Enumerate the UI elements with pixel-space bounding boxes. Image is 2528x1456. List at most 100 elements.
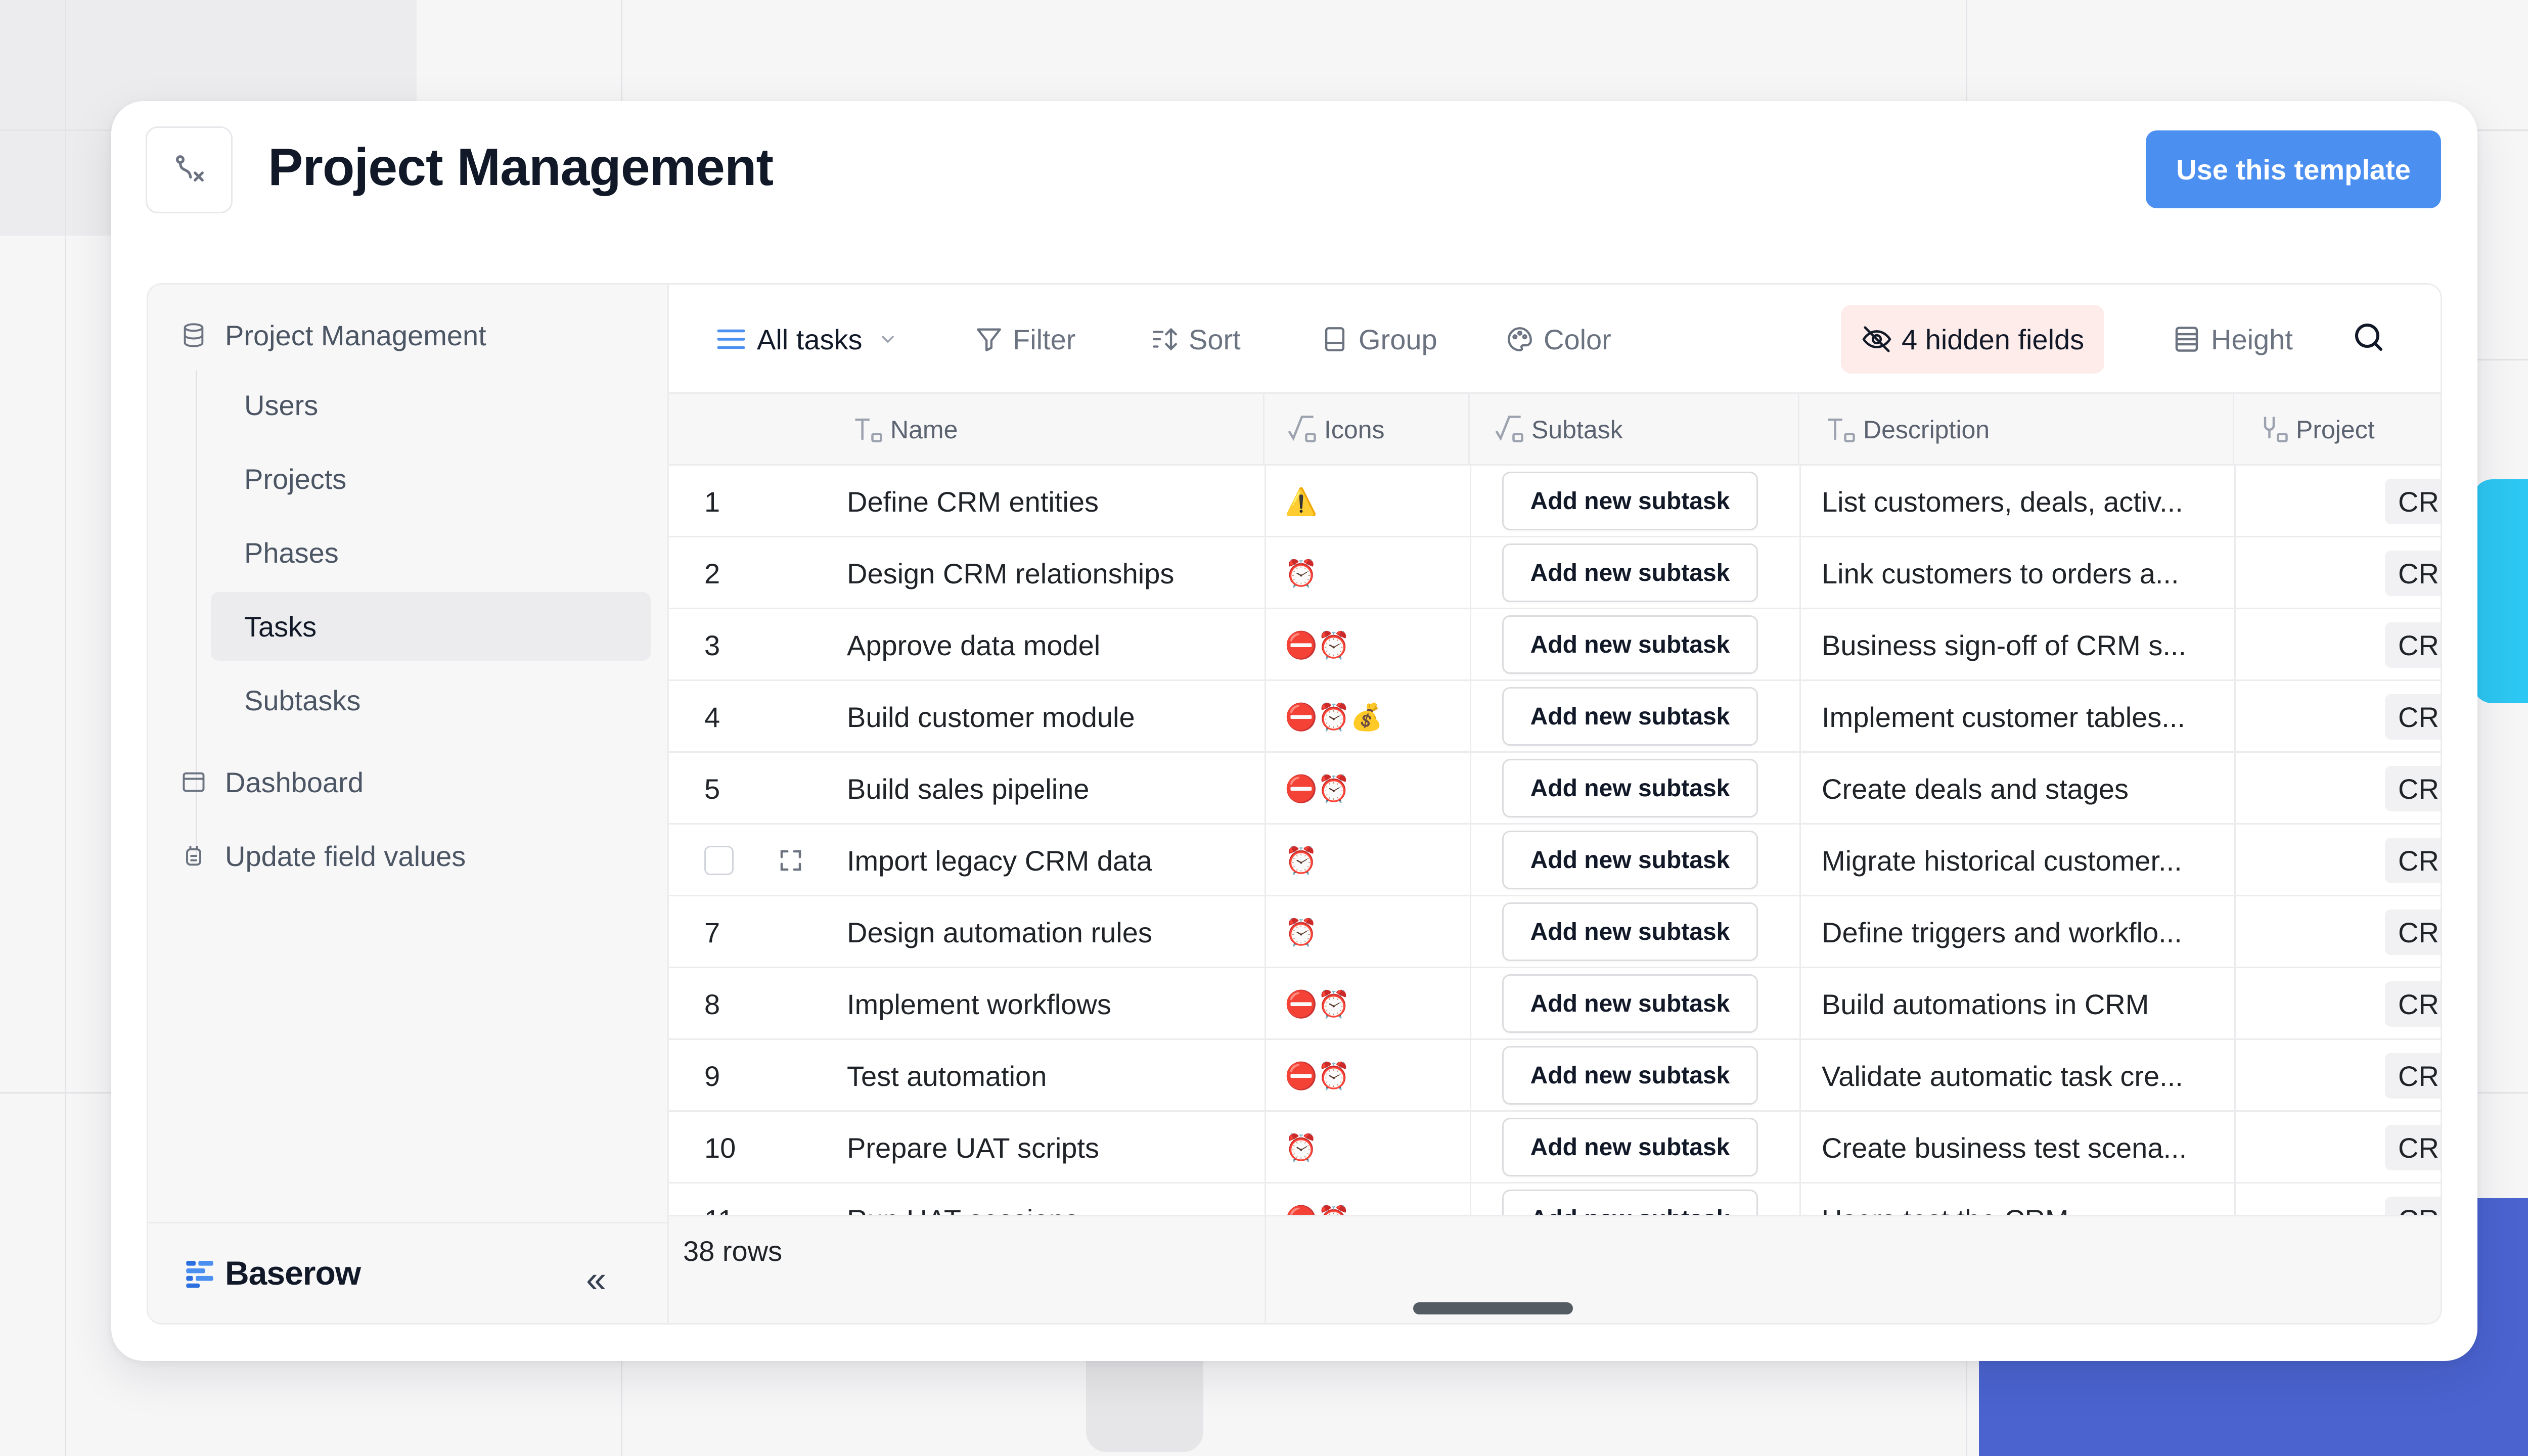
task-name-cell[interactable]: Implement workflows [847,968,1256,1040]
project-link-chip[interactable]: CRM System U [2385,981,2441,1027]
color-button[interactable]: Color [1505,305,1611,374]
description-cell[interactable]: Link customers to orders a... [1822,537,2226,609]
icons-cell[interactable]: ⛔⏰ [1265,609,1470,681]
column-header-name[interactable]: Name [669,394,1265,466]
table-row[interactable]: 11 Run UAT sessions ⛔⏰ Add new subtask Users… [669,1184,2441,1218]
project-link-chip[interactable]: CRM System U [2385,838,2441,883]
grid-rows: 1 Define CRM entities ⚠️ Add new subtask Lis… [669,466,2441,1218]
table-row[interactable]: 9 Test automation ⛔⏰ Add new subtask Validat… [669,1040,2441,1112]
icons-cell[interactable]: ⛔⏰ [1265,968,1470,1040]
task-name-cell[interactable]: Build sales pipeline [847,753,1256,825]
table-row[interactable]: 2 Design CRM relationships ⏰ Add new subtas… [669,537,2441,609]
description-cell[interactable]: Implement customer tables... [1822,681,2226,753]
column-header-description[interactable]: Description [1799,394,2234,466]
search-button[interactable] [2351,319,2387,358]
description-cell[interactable]: Define triggers and workflo... [1822,896,2226,968]
table-row[interactable]: 7 Design automation rules ⏰ Add new subtask… [669,896,2441,968]
project-link-chip[interactable]: CRM System U [2385,1125,2441,1170]
project-link-chip[interactable]: CRM System U [2385,909,2441,955]
add-new-subtask-button[interactable]: Add new subtask [1502,902,1758,961]
add-new-subtask-button[interactable]: Add new subtask [1502,615,1758,674]
add-new-subtask-button[interactable]: Add new subtask [1502,1190,1758,1218]
sidebar-item-dashboard[interactable]: Dashboard [180,762,364,802]
table-row[interactable]: 10 Prepare UAT scripts ⏰ Add new subtask Cre… [669,1112,2441,1184]
filter-button[interactable]: Filter [974,305,1075,374]
icons-cell[interactable]: ⛔⏰ [1265,1040,1470,1112]
view-selector[interactable]: All tasks [714,305,907,374]
project-link-chip[interactable]: CRM System U [2385,479,2441,524]
sidebar-item-projects[interactable]: Projects [211,444,651,513]
project-link-chip[interactable]: CRM System U [2385,766,2441,811]
add-new-subtask-button[interactable]: Add new subtask [1502,759,1758,817]
description-cell[interactable]: Create deals and stages [1822,753,2226,825]
icons-cell[interactable]: ⛔⏰ [1265,753,1470,825]
description-cell[interactable]: Create business test scena... [1822,1112,2226,1184]
task-name-cell[interactable]: Test automation [847,1040,1256,1112]
sidebar-automation-label: Update field values [225,840,466,872]
icons-cell[interactable]: ⏰ [1265,1112,1470,1184]
expand-row-icon[interactable] [777,847,804,877]
task-name-cell[interactable]: Design automation rules [847,896,1256,968]
task-name-cell[interactable]: Run UAT sessions [847,1184,1256,1218]
sidebar-item-subtasks[interactable]: Subtasks [211,666,651,735]
database-icon [184,323,204,347]
sidebar-item-automation[interactable]: Update field values [180,836,466,876]
column-header-icons[interactable]: Icons [1265,394,1470,466]
description-cell[interactable]: Migrate historical customer... [1822,825,2226,896]
group-button[interactable]: Group [1320,305,1437,374]
baserow-logo[interactable]: Baserow [184,1254,361,1292]
use-template-button[interactable]: Use this template [2146,130,2441,208]
status-emoji-icons: ⚠️ [1285,487,1318,517]
table-row[interactable]: 4 Build customer module ⛔⏰💰 Add new subtask… [669,681,2441,753]
automation-icon [186,846,201,866]
table-row[interactable]: 8 Implement workflows ⛔⏰ Add new subtask Bui… [669,968,2441,1040]
table-row[interactable]: Import legacy CRM data ⏰ Add new subtask Mi… [669,825,2441,896]
sidebar-item-phases[interactable]: Phases [211,518,651,587]
row-select-checkbox[interactable] [704,846,734,875]
task-name-cell[interactable]: Approve data model [847,609,1256,681]
project-link-chip[interactable]: CRM System U [2385,694,2441,740]
hidden-fields-button[interactable]: 4 hidden fields [1841,305,2105,374]
horizontal-scrollbar[interactable] [1413,1302,1573,1314]
add-new-subtask-button[interactable]: Add new subtask [1502,1118,1758,1176]
task-name-cell[interactable]: Define CRM entities [847,466,1256,537]
project-link-chip[interactable]: CRM System U [2385,622,2441,668]
sidebar-item-users[interactable]: Users [211,371,651,439]
add-new-subtask-button[interactable]: Add new subtask [1502,974,1758,1033]
task-name-cell[interactable]: Prepare UAT scripts [847,1112,1256,1184]
add-new-subtask-button[interactable]: Add new subtask [1502,831,1758,889]
row-count: 38 rows [683,1235,783,1267]
row-number: 7 [704,916,720,948]
add-new-subtask-button[interactable]: Add new subtask [1502,687,1758,746]
add-new-subtask-button[interactable]: Add new subtask [1502,1046,1758,1105]
description-cell[interactable]: Build automations in CRM [1822,968,2226,1040]
collapse-sidebar-button[interactable]: « [586,1259,606,1300]
background-cyan-block [2472,479,2528,703]
task-name-cell[interactable]: Design CRM relationships [847,537,1256,609]
icons-cell[interactable]: ⏰ [1265,896,1470,968]
icons-cell[interactable]: ⚠️ [1265,466,1470,537]
table-row[interactable]: 3 Approve data model ⛔⏰ Add new subtask Busi… [669,609,2441,681]
sort-button[interactable]: Sort [1150,305,1241,374]
description-cell[interactable]: Validate automatic task cre... [1822,1040,2226,1112]
project-link-chip[interactable]: CRM System U [2385,551,2441,596]
table-row[interactable]: 5 Build sales pipeline ⛔⏰ Add new subtask Cr… [669,753,2441,825]
sidebar-item-tasks[interactable]: Tasks [211,592,651,661]
row-height-button[interactable]: Height [2172,305,2293,374]
project-link-chip[interactable]: CRM System U [2385,1053,2441,1099]
sidebar-database[interactable]: Project Management [180,315,486,355]
add-new-subtask-button[interactable]: Add new subtask [1502,543,1758,602]
icons-cell[interactable]: ⛔⏰💰 [1265,681,1470,753]
icons-cell[interactable]: ⏰ [1265,537,1470,609]
description-cell[interactable]: Users test the CRM [1822,1184,2226,1218]
table-row[interactable]: 1 Define CRM entities ⚠️ Add new subtask Lis… [669,466,2441,537]
description-cell[interactable]: List customers, deals, activ... [1822,466,2226,537]
icons-cell[interactable]: ⏰ [1265,825,1470,896]
add-new-subtask-button[interactable]: Add new subtask [1502,472,1758,530]
column-header-project[interactable]: Project [2234,394,2441,466]
description-cell[interactable]: Business sign-off of CRM s... [1822,609,2226,681]
column-header-subtask[interactable]: Subtask [1470,394,1799,466]
task-name-cell[interactable]: Build customer module [847,681,1256,753]
task-name-cell[interactable]: Import legacy CRM data [847,825,1256,896]
icons-cell[interactable]: ⛔⏰ [1265,1184,1470,1218]
